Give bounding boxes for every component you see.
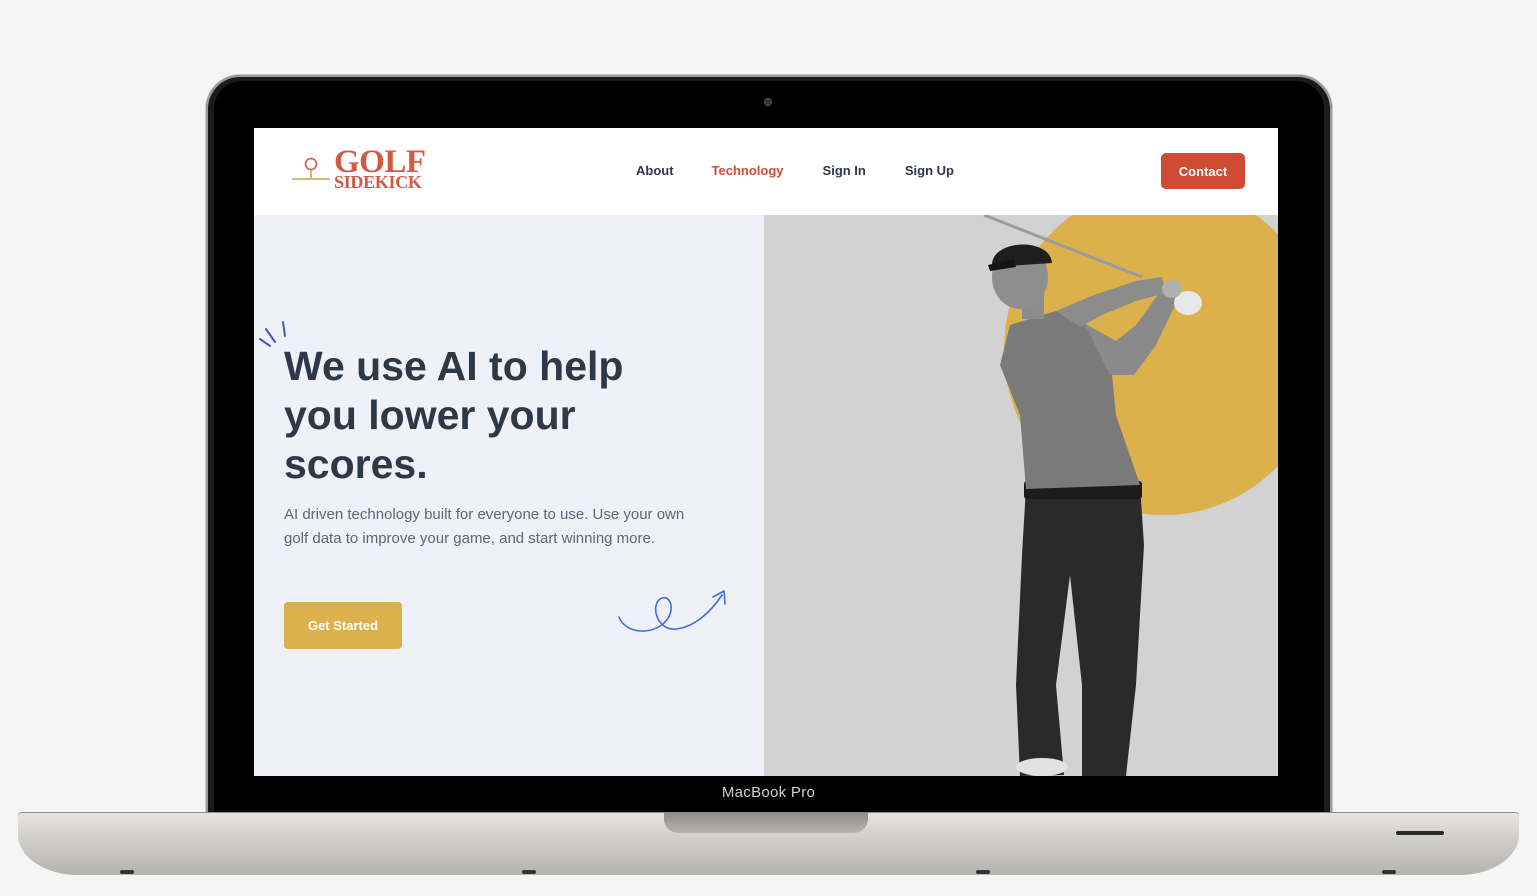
laptop-opening-notch <box>664 813 868 833</box>
camera-icon <box>764 98 772 106</box>
hero-headline: We use AI to help you lower your scores. <box>284 343 624 487</box>
website-screen: GOLF SIDEKICK About Technology Sign In S… <box>254 128 1278 776</box>
laptop-foot <box>120 870 134 874</box>
navbar: GOLF SIDEKICK About Technology Sign In S… <box>254 128 1278 215</box>
nav-links: About Technology Sign In Sign Up <box>636 163 954 178</box>
golfer-photo <box>983 215 1202 776</box>
curly-arrow-icon <box>618 590 726 632</box>
nav-item-sign-in[interactable]: Sign In <box>823 163 866 178</box>
hero-subtext: AI driven technology built for everyone … <box>284 506 685 547</box>
hero-image-panel <box>764 215 1278 776</box>
nav-item-about[interactable]: About <box>636 163 674 178</box>
laptop-slot <box>1396 831 1444 835</box>
laptop-foot <box>522 870 536 874</box>
laptop-model-label: MacBook Pro <box>721 784 816 801</box>
nav-item-sign-up[interactable]: Sign Up <box>905 163 954 178</box>
laptop-foot <box>1382 870 1396 874</box>
get-started-button[interactable]: Get Started <box>284 602 402 649</box>
hero-text-panel: We use AI to help you lower your scores.… <box>254 215 764 776</box>
nav-item-technology[interactable]: Technology <box>712 163 784 178</box>
golf-tee-icon <box>292 157 330 180</box>
laptop-foot <box>976 870 990 874</box>
brand-line-2: SIDEKICK <box>334 172 422 192</box>
contact-button[interactable]: Contact <box>1161 153 1245 189</box>
brand-logo[interactable]: GOLF SIDEKICK <box>290 146 430 194</box>
